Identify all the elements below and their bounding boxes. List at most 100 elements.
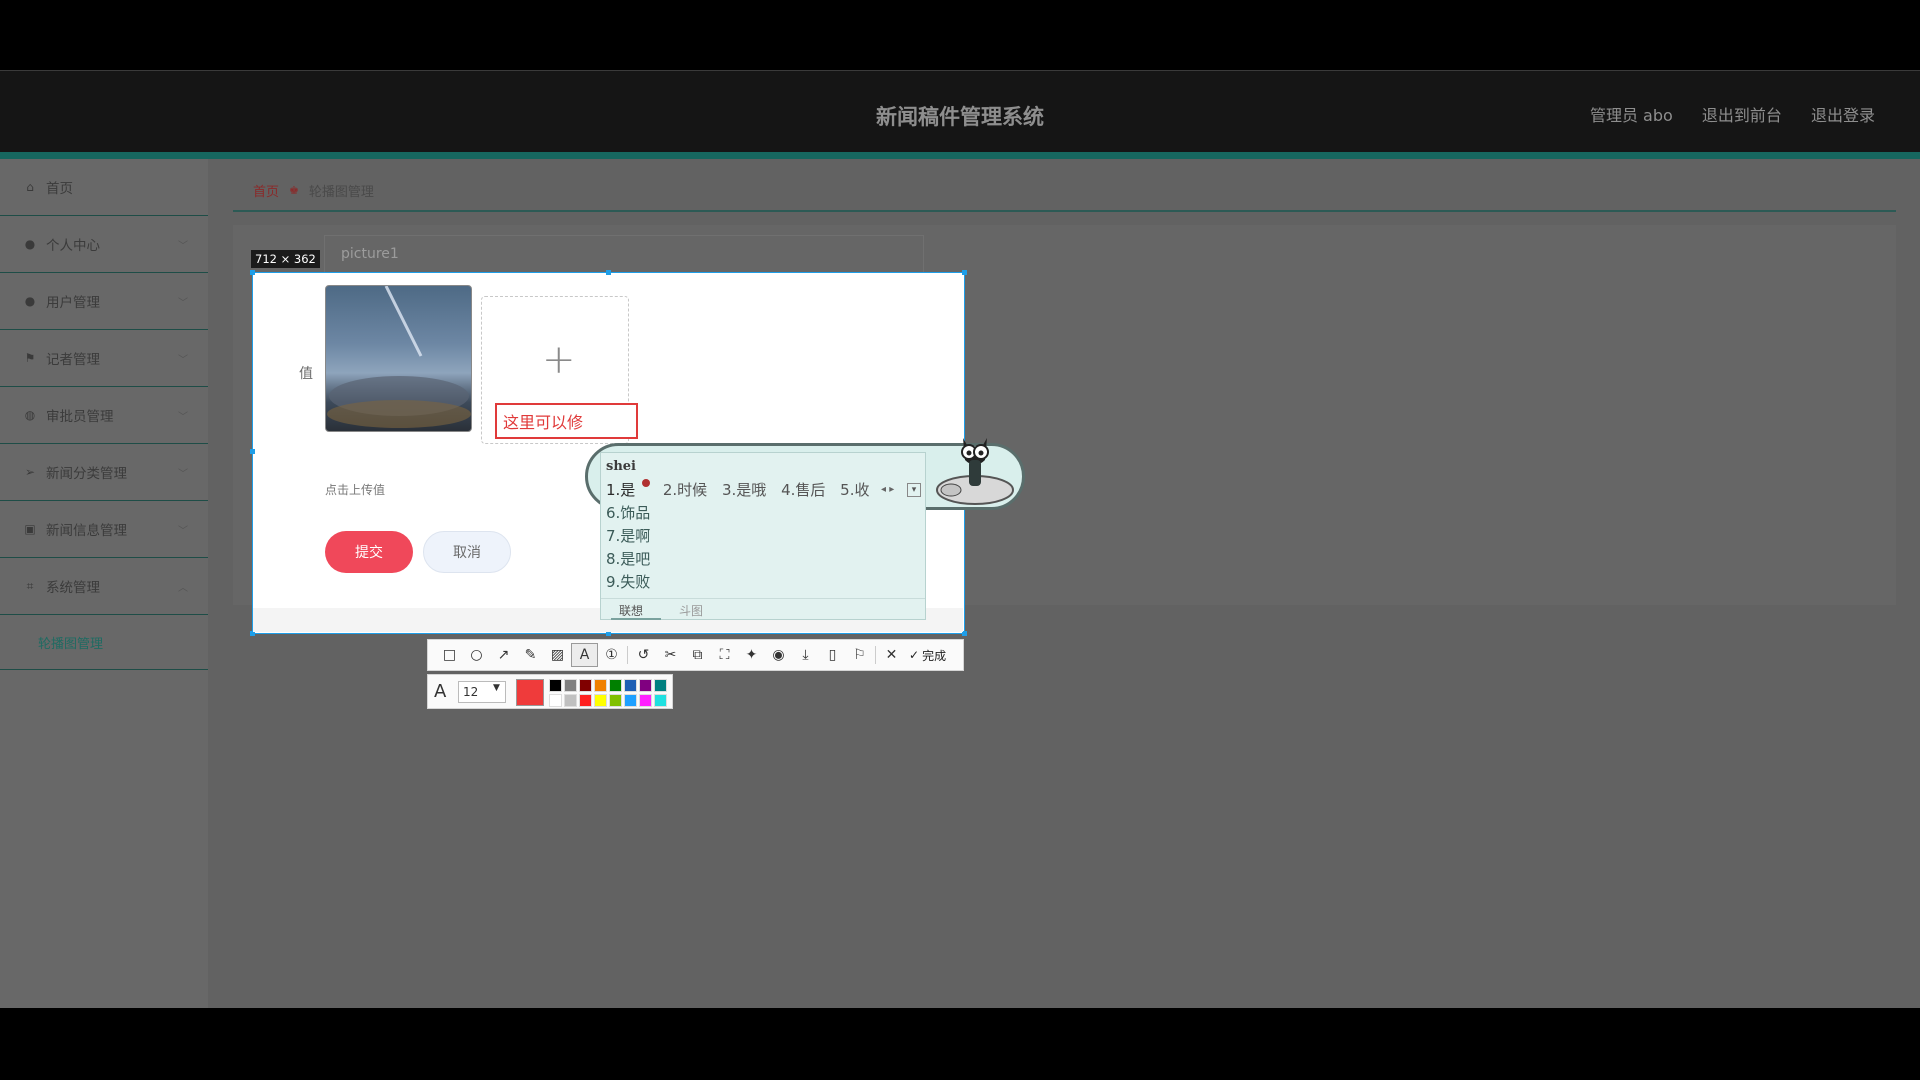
color-swatch[interactable] xyxy=(624,679,637,692)
breadcrumb: 首页 ♚ 轮播图管理 xyxy=(233,170,1896,212)
breadcrumb-current: 轮播图管理 xyxy=(308,184,374,200)
number-marker-icon[interactable]: ① xyxy=(598,643,625,667)
color-swatch[interactable] xyxy=(564,679,577,692)
text-style-bar: A 12 ▼ xyxy=(427,674,673,709)
exit-to-frontend-link[interactable]: 退出到前台 xyxy=(1702,106,1782,125)
sidebar-item-news-categories[interactable]: ➢ 新闻分类管理 ﹀ xyxy=(0,444,208,501)
breadcrumb-home[interactable]: 首页 xyxy=(253,181,279,200)
color-swatch[interactable] xyxy=(639,679,652,692)
color-swatch[interactable] xyxy=(654,694,667,707)
cut-icon[interactable]: ✂ xyxy=(657,643,684,667)
chevron-down-icon: ﹀ xyxy=(178,469,188,480)
color-swatch[interactable] xyxy=(549,694,562,707)
sidebar-item-reporters[interactable]: ⚑ 记者管理 ﹀ xyxy=(0,330,208,387)
sidebar-item-label: 新闻分类管理 xyxy=(46,466,127,482)
header-links: 管理员 abo 退出到前台 退出登录 xyxy=(1566,102,1875,126)
done-button[interactable]: ✓ 完成 xyxy=(909,647,946,664)
ime-tab-stickers[interactable]: 斗图 xyxy=(679,602,703,619)
upload-hint: 点击上传值 xyxy=(325,483,386,497)
value-field-label: 值 xyxy=(299,366,313,382)
sidebar-item-news-info[interactable]: ▣ 新闻信息管理 ﹀ xyxy=(0,501,208,558)
resize-handle[interactable] xyxy=(250,270,255,275)
sidebar: ⌂ 首页 ● 个人中心 ﹀ ● 用户管理 ﹀ ⚑ 记者管理 ﹀ ◍ 审批员管理 … xyxy=(0,159,208,1008)
text-icon[interactable]: A xyxy=(571,643,598,667)
bookmark-icon[interactable]: ⚐ xyxy=(846,643,873,667)
text-annotation-box[interactable]: 这里可以修 xyxy=(495,403,638,439)
sidebar-item-users[interactable]: ● 用户管理 ﹀ xyxy=(0,273,208,330)
ime-candidate[interactable]: 7.是啊 xyxy=(606,525,650,546)
uploaded-image-thumbnail[interactable] xyxy=(325,285,472,432)
color-swatch[interactable] xyxy=(594,694,607,707)
check-icon: ✓ xyxy=(909,648,920,662)
sidebar-item-system[interactable]: ⌗ 系统管理 ︿ xyxy=(0,558,208,615)
sidebar-item-label: 系统管理 xyxy=(46,580,100,596)
color-swatch[interactable] xyxy=(594,679,607,692)
sidebar-item-personal-center[interactable]: ● 个人中心 ﹀ xyxy=(0,216,208,273)
translate-icon[interactable]: ⧉ xyxy=(684,643,711,667)
done-label: 完成 xyxy=(922,648,947,663)
ime-candidate[interactable]: 9.失败 xyxy=(606,571,650,592)
cancel-button[interactable]: 取消 xyxy=(423,531,511,573)
picture-icon: ▣ xyxy=(24,522,36,536)
ellipse-icon[interactable]: ○ xyxy=(463,643,490,667)
submit-button[interactable]: 提交 xyxy=(325,531,413,573)
color-swatch[interactable] xyxy=(549,679,562,692)
mosaic-icon[interactable]: ▨ xyxy=(544,643,571,667)
color-swatch[interactable] xyxy=(654,679,667,692)
key-input[interactable]: picture1 xyxy=(324,235,924,273)
color-swatch[interactable] xyxy=(639,694,652,707)
sidebar-item-home[interactable]: ⌂ 首页 xyxy=(0,159,208,216)
ime-pinyin: shei xyxy=(606,459,636,474)
sidebar-item-label: 审批员管理 xyxy=(46,409,114,425)
ime-candidate[interactable]: 1.是 xyxy=(606,481,635,499)
flag-icon: ⚑ xyxy=(24,351,36,365)
color-swatch[interactable] xyxy=(564,694,577,707)
check-badge-icon xyxy=(642,479,651,487)
download-icon[interactable]: ⤓ xyxy=(792,643,819,667)
resize-handle[interactable] xyxy=(250,449,255,454)
ime-candidate[interactable]: 5.收 xyxy=(840,481,869,499)
font-icon: A xyxy=(434,681,447,702)
ime-candidate[interactable]: 3.是哦 xyxy=(722,481,766,499)
color-swatch[interactable] xyxy=(624,694,637,707)
ime-tabs: 联想 斗图 xyxy=(601,598,925,620)
expand-dropdown-icon[interactable]: ▾ xyxy=(907,483,921,497)
page-arrows-icon[interactable]: ◂ ▸ xyxy=(881,484,894,495)
rectangle-icon[interactable]: □ xyxy=(436,643,463,667)
record-icon[interactable]: ◉ xyxy=(765,643,792,667)
current-color-swatch[interactable] xyxy=(516,679,544,706)
resize-handle[interactable] xyxy=(606,270,611,275)
ime-candidate[interactable]: 2.时候 xyxy=(663,481,707,499)
sidebar-item-label: 新闻信息管理 xyxy=(46,523,127,539)
pencil-icon[interactable]: ✎ xyxy=(517,643,544,667)
color-swatch[interactable] xyxy=(579,679,592,692)
ime-tab-association[interactable]: 联想 xyxy=(619,602,643,619)
color-swatch[interactable] xyxy=(609,694,622,707)
device-icon[interactable]: ▯ xyxy=(819,643,846,667)
admin-user-link[interactable]: 管理员 abo xyxy=(1590,106,1673,125)
color-swatch[interactable] xyxy=(609,679,622,692)
color-swatch[interactable] xyxy=(579,694,592,707)
logout-link[interactable]: 退出登录 xyxy=(1811,106,1875,125)
chevron-down-icon: ﹀ xyxy=(178,412,188,423)
ime-candidate[interactable]: 8.是吧 xyxy=(606,548,650,569)
resize-handle[interactable] xyxy=(962,270,967,275)
ime-mascot-icon xyxy=(925,430,1025,510)
sidebar-item-approvers[interactable]: ◍ 审批员管理 ﹀ xyxy=(0,387,208,444)
ime-candidate[interactable]: 4.售后 xyxy=(781,481,825,499)
ime-candidate[interactable]: 6.饰品 xyxy=(606,502,650,523)
toolbar-divider xyxy=(627,646,628,664)
user-icon: ● xyxy=(24,237,36,251)
sidebar-subitem-carousel[interactable]: 轮播图管理 xyxy=(0,615,208,670)
ime-tab-underline xyxy=(611,618,661,620)
screenshot-toolbar: □ ○ ↗ ✎ ▨ A ① ↺ ✂ ⧉ ⛶ ✦ ◉ ⤓ ▯ ⚐ ✕ ✓ 完成 xyxy=(427,639,964,671)
send-icon: ➢ xyxy=(24,465,36,479)
arrow-icon[interactable]: ↗ xyxy=(490,643,517,667)
top-header: 新闻稿件管理系统 管理员 abo 退出到前台 退出登录 xyxy=(0,70,1920,152)
selection-dimensions: 712 × 362 xyxy=(251,250,320,268)
close-icon[interactable]: ✕ xyxy=(878,643,905,667)
pin-icon[interactable]: ✦ xyxy=(738,643,765,667)
font-size-select[interactable]: 12 ▼ xyxy=(458,681,506,703)
scan-icon[interactable]: ⛶ xyxy=(711,643,738,667)
undo-icon[interactable]: ↺ xyxy=(630,643,657,667)
